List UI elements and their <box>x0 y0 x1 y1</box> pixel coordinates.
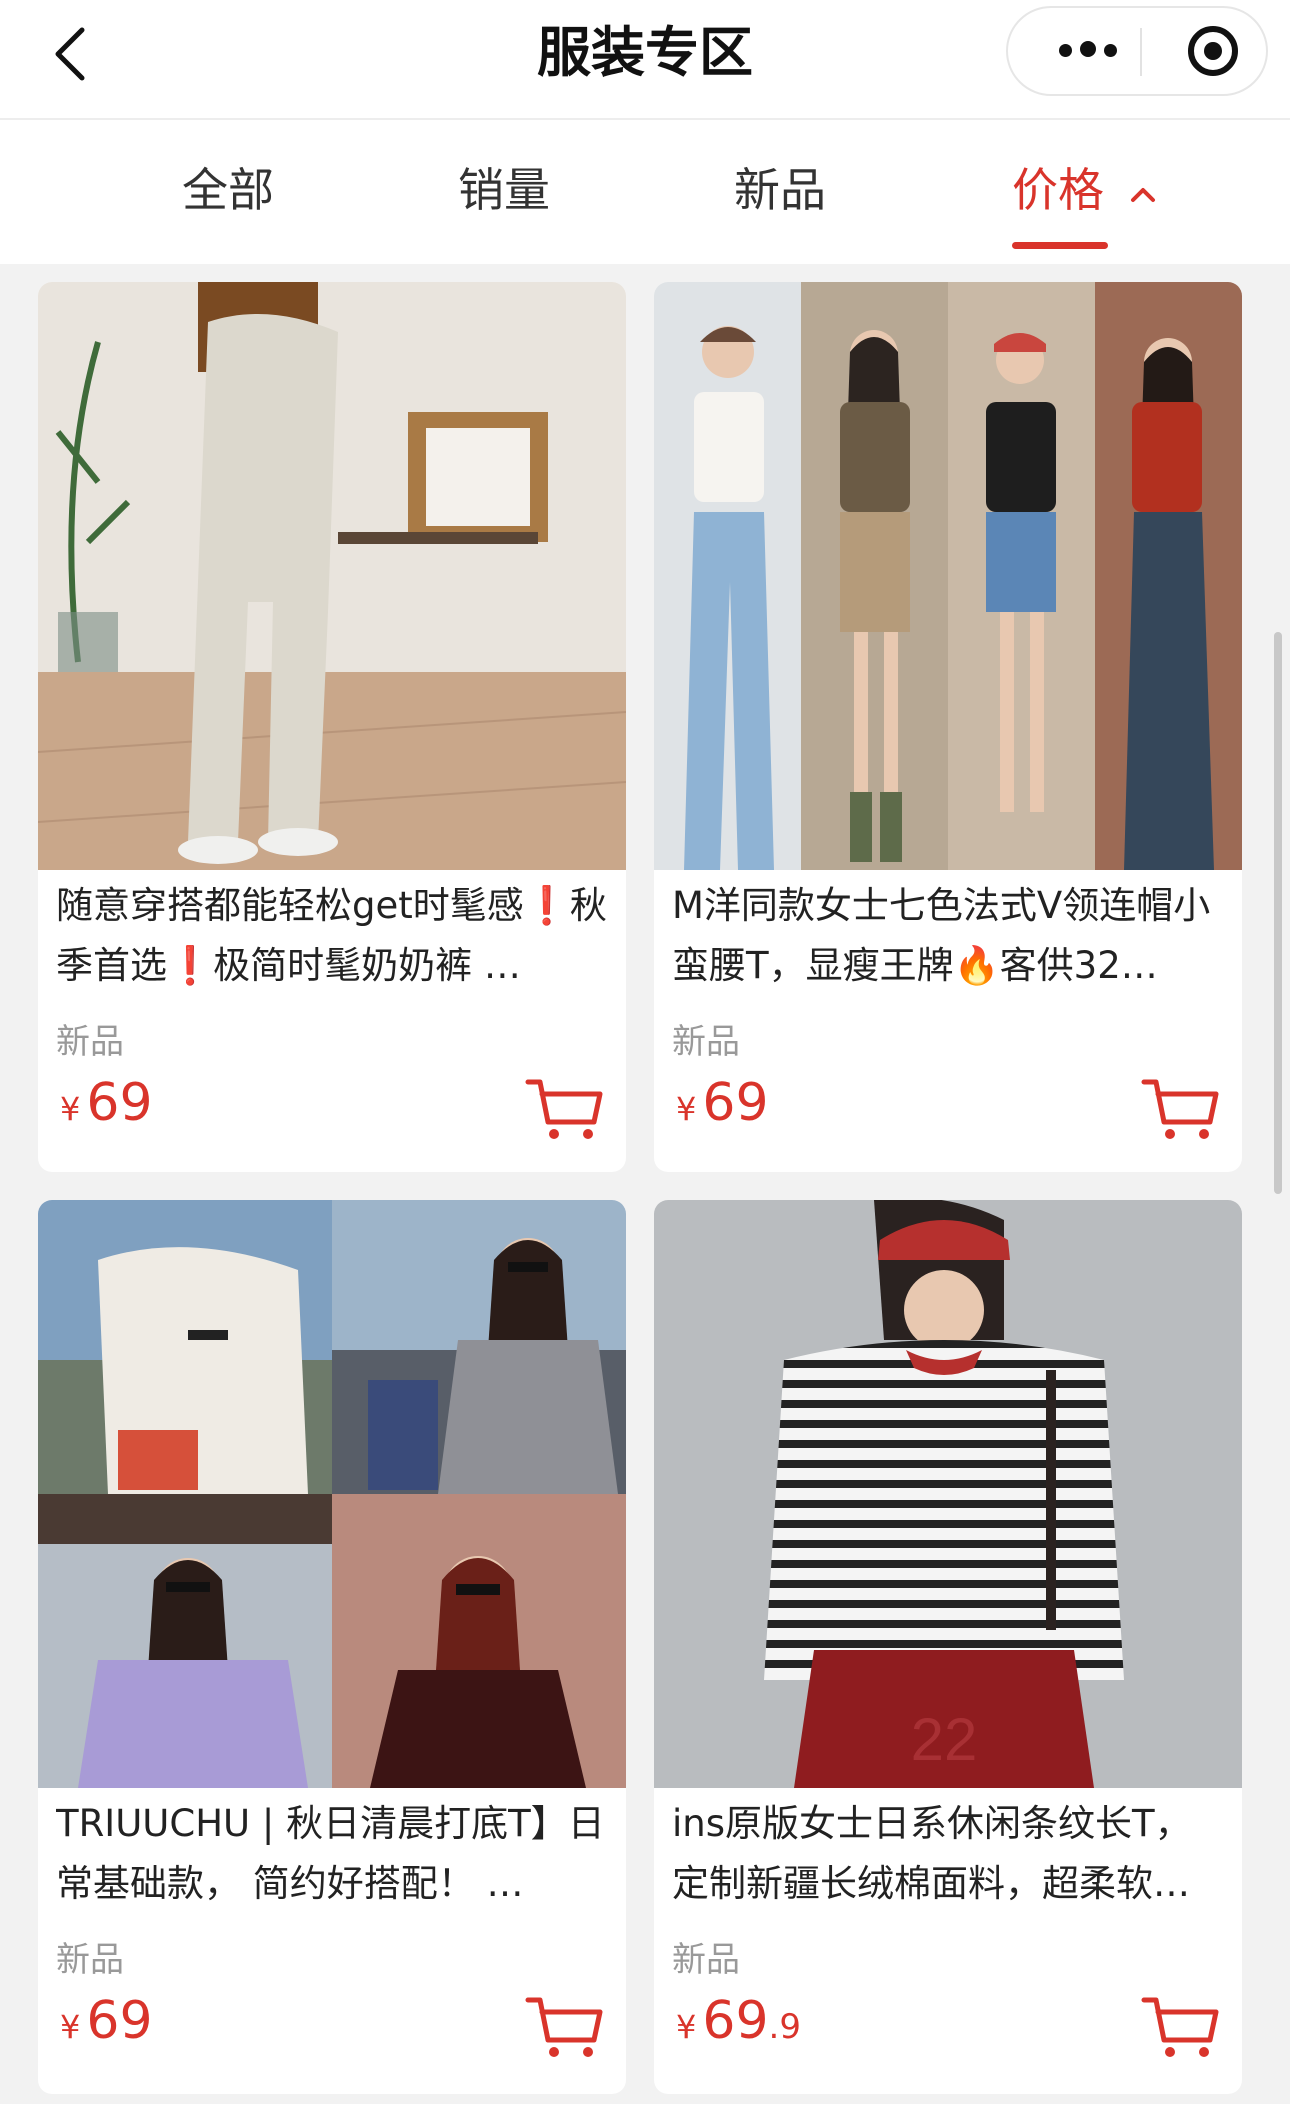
product-image-pants[interactable] <box>38 282 626 870</box>
tab-all[interactable]: 全部 <box>182 160 274 220</box>
price-currency: ¥ <box>676 1090 697 1128</box>
product-price: ¥69 <box>676 1070 769 1136</box>
cart-icon <box>525 1997 603 2057</box>
price-value: 69 <box>702 1991 769 2051</box>
product-price: ¥69.9 <box>676 1988 801 2054</box>
more-button[interactable] <box>1038 8 1138 94</box>
product-image-basic-tees[interactable] <box>38 1200 626 1788</box>
product-price: ¥69 <box>60 1988 153 2054</box>
tab-new[interactable]: 新品 <box>734 160 826 220</box>
price-value: 69 <box>702 1073 769 1133</box>
product-tag: 新品 <box>672 1940 740 1980</box>
cart-icon <box>1141 1079 1219 1139</box>
product-description: TRIUUCHU | 秋日清晨打底T】日常基础款， 简约好搭配！ … <box>56 1802 605 1905</box>
target-circle-icon <box>1188 26 1238 76</box>
price-value: 69 <box>86 1991 153 2051</box>
add-to-cart-button[interactable] <box>1140 1994 1220 2060</box>
price-currency: ¥ <box>676 2008 697 2046</box>
chevron-up-icon <box>1130 187 1155 202</box>
more-dots-icon <box>1055 41 1121 61</box>
cart-icon <box>1141 1997 1219 2057</box>
product-card[interactable]: M洋同款女士七色法式V领连帽小蛮腰T，显瘦王牌🔥客供32… 新品 ¥69 <box>654 282 1242 1172</box>
add-to-cart-button[interactable] <box>524 1994 604 2060</box>
product-card[interactable]: TRIUUCHU | 秋日清晨打底T】日常基础款， 简约好搭配！ … 新品 ¥6… <box>38 1200 626 2094</box>
price-decimal: .9 <box>768 2007 801 2047</box>
product-description: ins原版女士日系休闲条纹长T，定制新疆长绒棉面料，超柔软… <box>672 1802 1192 1905</box>
tab-price-label: 价格 <box>1012 163 1104 217</box>
scrollbar[interactable] <box>1274 632 1282 1194</box>
product-card[interactable]: 随意穿搭都能轻松get时髦感❗秋季首选❗极简时髦奶奶裤 … 新品 ¥69 <box>38 282 626 1172</box>
navigation-bar: 服装专区 <box>0 0 1290 118</box>
close-program-button[interactable] <box>1168 8 1258 94</box>
add-to-cart-button[interactable] <box>1140 1076 1220 1142</box>
product-tag: 新品 <box>672 1022 740 1062</box>
product-tag: 新品 <box>56 1022 124 1062</box>
add-to-cart-button[interactable] <box>524 1076 604 1142</box>
tab-sales[interactable]: 销量 <box>458 160 550 220</box>
mini-program-capsule <box>1006 6 1268 96</box>
tab-price[interactable]: 价格 <box>1012 160 1157 220</box>
svg-text:22: 22 <box>911 1706 978 1773</box>
active-tab-indicator <box>1012 242 1108 249</box>
cart-icon <box>525 1079 603 1139</box>
product-description: 随意穿搭都能轻松get时髦感❗秋季首选❗极简时髦奶奶裤 … <box>56 884 607 987</box>
price-currency: ¥ <box>60 1090 81 1128</box>
price-value: 69 <box>86 1073 153 1133</box>
sort-tabs: 全部 销量 新品 价格 <box>0 118 1290 264</box>
price-currency: ¥ <box>60 2008 81 2046</box>
product-description: M洋同款女士七色法式V领连帽小蛮腰T，显瘦王牌🔥客供32… <box>672 884 1211 987</box>
product-card[interactable]: 22 ins原版女士日系休闲条纹长T，定制新疆长绒棉面料，超柔软… 新品 ¥69… <box>654 1200 1242 2094</box>
capsule-divider <box>1140 28 1142 76</box>
product-image-striped-tee[interactable]: 22 <box>654 1200 1242 1788</box>
product-image-vneck-tops[interactable] <box>654 282 1242 870</box>
product-tag: 新品 <box>56 1940 124 1980</box>
product-price: ¥69 <box>60 1070 153 1136</box>
